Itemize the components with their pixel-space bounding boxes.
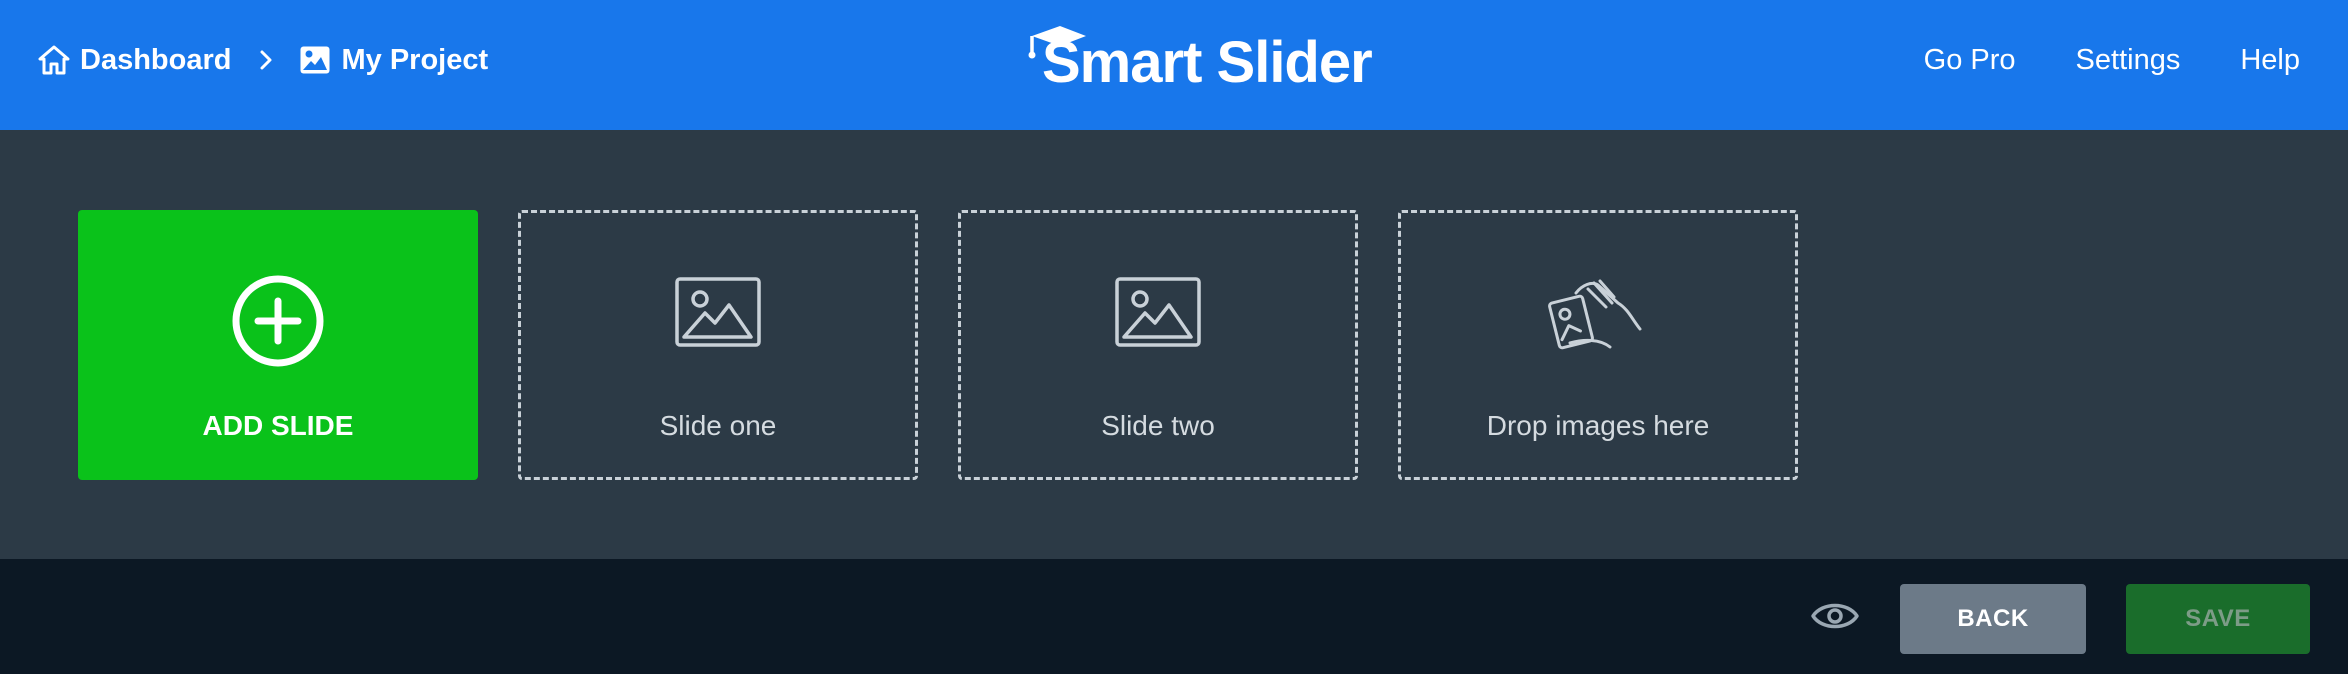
image-icon — [1115, 277, 1201, 347]
save-button[interactable]: SAVE — [2126, 584, 2310, 654]
slide-card[interactable]: Slide two — [958, 210, 1358, 480]
breadcrumb-my-project[interactable]: My Project — [299, 44, 488, 77]
add-slide-label: ADD SLIDE — [202, 410, 354, 441]
eye-icon[interactable] — [1810, 594, 1860, 638]
nav-settings[interactable]: Settings — [2076, 44, 2181, 77]
top-bar: Dashboard My Project Smart Slider Go Pro… — [0, 0, 2348, 130]
graduation-cap-icon — [1028, 26, 1086, 59]
breadcrumb-dashboard-label: Dashboard — [80, 43, 232, 76]
plus-circle-icon — [232, 275, 324, 367]
nav-help[interactable]: Help — [2240, 44, 2300, 77]
slides-workspace: ADD SLIDE Slide one Slide two Drop image… — [0, 130, 2348, 559]
top-nav: Go Pro Settings Help — [1864, 0, 2300, 120]
breadcrumb-dashboard[interactable]: Dashboard — [38, 44, 231, 77]
hand-photos-icon — [1548, 279, 1642, 350]
logo-text: Smart Slider — [1042, 30, 1373, 95]
nav-go-pro[interactable]: Go Pro — [1924, 44, 2016, 77]
image-icon — [300, 46, 330, 74]
breadcrumb: Dashboard My Project — [38, 0, 488, 120]
breadcrumb-my-project-label: My Project — [341, 43, 489, 76]
add-slide-button[interactable]: ADD SLIDE — [78, 210, 478, 480]
chevron-right-icon — [259, 49, 273, 71]
home-icon — [38, 45, 70, 75]
drop-images-label: Drop images here — [1486, 410, 1710, 441]
bottom-bar: BACK SAVE — [0, 559, 2348, 674]
back-button[interactable]: BACK — [1900, 584, 2086, 654]
slide-label: Slide two — [1101, 410, 1215, 441]
image-icon — [675, 277, 761, 347]
slide-label: Slide one — [659, 410, 777, 441]
drop-images-zone[interactable]: Drop images here — [1398, 210, 1798, 480]
app-logo: Smart Slider — [1028, 22, 1373, 95]
slide-card[interactable]: Slide one — [518, 210, 918, 480]
